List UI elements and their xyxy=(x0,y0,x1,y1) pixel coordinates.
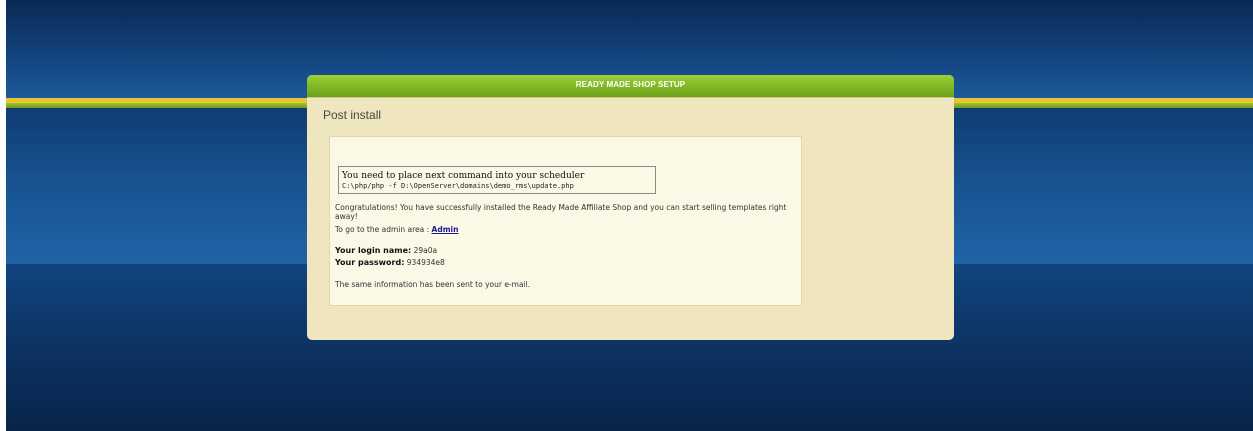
page: READY MADE SHOP SETUP Post install You n… xyxy=(0,0,1253,431)
setup-panel: READY MADE SHOP SETUP Post install You n… xyxy=(307,75,954,340)
post-install-content: You need to place next command into your… xyxy=(329,136,802,306)
scheduler-instruction: You need to place next command into your… xyxy=(342,171,585,181)
login-name-value: 29a0a xyxy=(413,246,438,255)
email-note: The same information has been sent to yo… xyxy=(335,280,531,289)
scheduler-command: C:\php/php -f D:\OpenServer\domains\demo… xyxy=(342,182,574,190)
admin-area-prefix: To go to the admin area : xyxy=(335,225,432,234)
password-label: Your password: xyxy=(335,258,405,267)
scheduler-command-box: You need to place next command into your… xyxy=(338,166,656,194)
password-value: 934934e8 xyxy=(406,258,445,267)
admin-area-line: To go to the admin area : Admin xyxy=(335,225,458,234)
login-name-line: Your login name: 29a0a xyxy=(335,246,437,255)
password-line: Your password: 934934e8 xyxy=(335,258,445,267)
page-title: Post install xyxy=(323,108,382,122)
admin-link[interactable]: Admin xyxy=(432,225,459,234)
congratulations-message: Congratulations! You have successfully i… xyxy=(335,203,787,221)
login-name-label: Your login name: xyxy=(335,246,412,255)
panel-header: READY MADE SHOP SETUP xyxy=(307,75,954,98)
